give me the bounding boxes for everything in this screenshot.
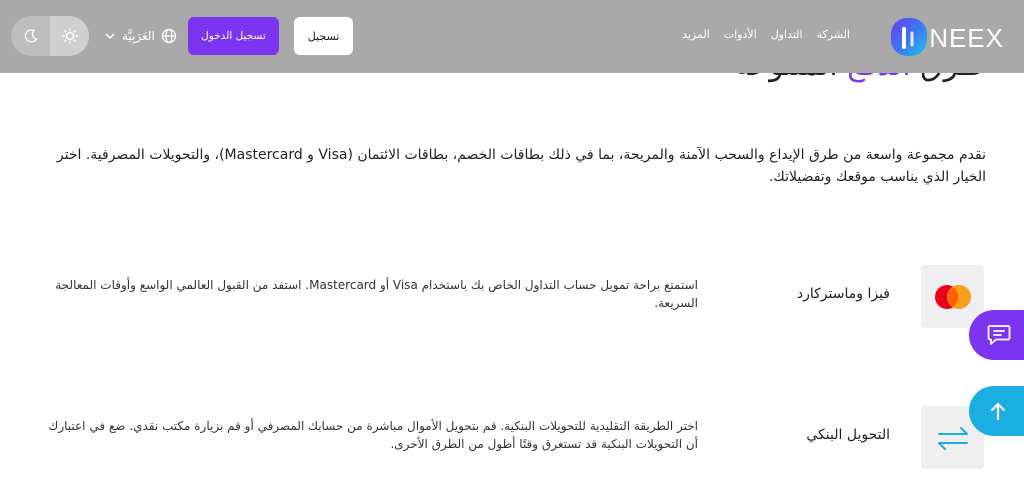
sun-icon (61, 27, 78, 45)
moon-icon (24, 29, 38, 43)
chat-icon (987, 325, 1011, 345)
nav-item-trading[interactable]: التداول (771, 28, 803, 41)
arrow-up-icon (990, 402, 1006, 421)
logo[interactable]: NEEX (888, 17, 1014, 57)
method-description: استمتع براحة تمويل حساب التداول الخاص بك… (55, 278, 698, 310)
site-header: NEEX الشركة التداول الأدوات المزيد تسجيل… (0, 0, 1024, 73)
method-description: اختر الطريقة التقليدية للتحويلات البنكية… (48, 419, 698, 451)
intro-text: نقدم مجموعة واسعة من طرق الإيداع والسحب … (56, 147, 986, 185)
nav-item-company[interactable]: الشركة (817, 28, 850, 41)
language-label: العَرَبِيَّة (122, 29, 155, 43)
nav-item-tools[interactable]: الأدوات (724, 28, 757, 41)
logo-text: NEEX (929, 23, 1004, 53)
register-button[interactable]: تسجيل (294, 17, 353, 55)
light-mode-button[interactable] (50, 16, 89, 56)
theme-toggle (11, 16, 89, 56)
payment-method-bank-transfer: التحويل البنكي اختر الطريقة التقليدية لل… (38, 406, 984, 476)
login-button[interactable]: تسجيل الدخول (188, 17, 279, 55)
payment-method-visa-mastercard: فيزا وماستركارد استمتع براحة تمويل حساب … (38, 265, 984, 335)
dark-mode-button[interactable] (11, 16, 50, 56)
method-name: فيزا وماستركارد (796, 286, 890, 302)
scroll-to-top-button[interactable] (969, 386, 1024, 436)
logo-mark-icon (890, 17, 928, 57)
nav-item-more[interactable]: المزيد (682, 28, 710, 41)
chat-button[interactable] (969, 310, 1024, 360)
method-name: التحويل البنكي (806, 427, 890, 443)
language-selector[interactable]: العَرَبِيَّة (104, 26, 177, 46)
chevron-down-icon (105, 33, 115, 40)
main-nav: الشركة التداول الأدوات المزيد (682, 28, 850, 41)
globe-icon (161, 28, 176, 44)
page: طرق الدفع المتنوعة نقدم مجموعة واسعة من … (0, 0, 1024, 478)
